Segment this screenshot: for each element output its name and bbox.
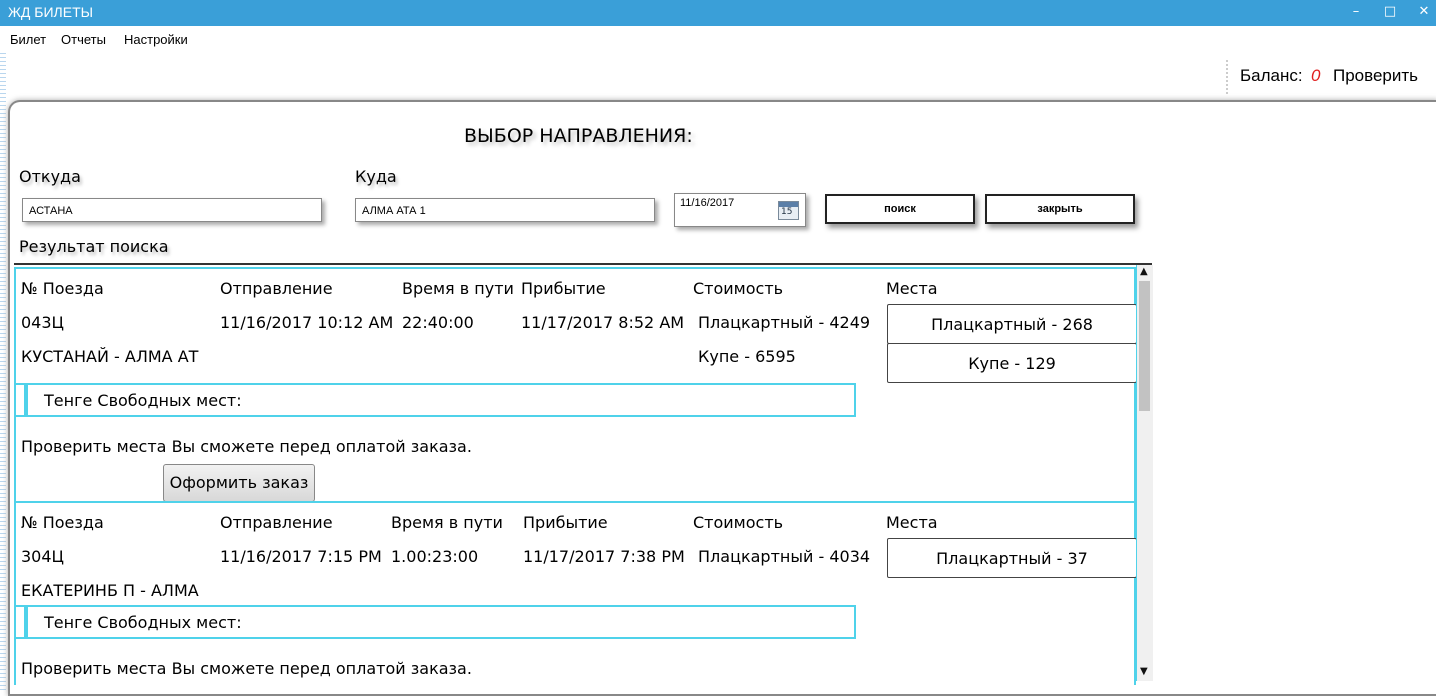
train-card: № Поезда Отправление Время в пути Прибыт…	[14, 267, 1137, 503]
col-departure: Отправление	[220, 279, 333, 298]
arrival-time: 11/17/2017 8:52 AM	[521, 313, 685, 332]
menu-item-ticket[interactable]: Билет	[10, 32, 46, 47]
col-price: Стоимость	[693, 279, 784, 298]
col-seats: Места	[886, 279, 938, 298]
left-edge-strip	[0, 50, 6, 692]
col-train-number: № Поезда	[21, 513, 104, 532]
col-duration: Время в пути	[391, 513, 503, 532]
check-balance-link[interactable]: Проверить	[1333, 66, 1418, 86]
col-arrival: Прибытие	[523, 513, 608, 532]
close-button[interactable]: закрыть	[985, 194, 1135, 224]
payment-note: Проверить места Вы сможете перед оплатой…	[21, 437, 472, 456]
free-seats-text: Тенге Свободных мест:	[44, 391, 242, 410]
price-kupe: Купе - 6595	[698, 347, 796, 366]
order-button[interactable]: Оформить заказ	[163, 464, 315, 502]
window-title: ЖД БИЛЕТЫ	[8, 4, 94, 20]
title-bar: ЖД БИЛЕТЫ – □ ✕	[0, 0, 1436, 26]
to-input[interactable]: АЛМА АТА 1	[355, 198, 655, 222]
results-label: Результат поиска	[19, 237, 169, 256]
minimize-icon[interactable]: –	[1342, 2, 1370, 22]
train-route: КУСТАНАЙ - АЛМА АТ	[21, 347, 199, 366]
page-title: ВЫБОР НАПРАВЛЕНИЯ:	[464, 125, 693, 147]
free-seats-text: Тенге Свободных мест:	[44, 613, 242, 632]
scroll-down-icon[interactable]: ▼	[1140, 667, 1148, 677]
close-icon[interactable]: ✕	[1410, 2, 1436, 22]
train-number: 043Ц	[21, 313, 64, 332]
train-card: № Поезда Отправление Время в пути Прибыт…	[14, 501, 1137, 685]
calendar-icon[interactable]: 15	[778, 201, 799, 220]
search-button[interactable]: поиск	[825, 194, 975, 224]
date-value: 11/16/2017	[680, 197, 735, 209]
results-list[interactable]: № Поезда Отправление Время в пути Прибыт…	[14, 263, 1152, 685]
price-platzkart: Плацкартный - 4034	[698, 547, 871, 566]
travel-duration: 22:40:00	[402, 313, 474, 332]
balance-value: 0	[1311, 66, 1321, 85]
maximize-icon[interactable]: □	[1376, 2, 1404, 22]
free-seats-box: Тенге Свободных мест:	[16, 383, 856, 417]
scroll-up-icon[interactable]: ▲	[1140, 267, 1148, 277]
train-route: ЕКАТЕРИНБ П - АЛМА	[21, 581, 199, 600]
from-label: Откуда	[19, 167, 81, 186]
travel-duration: 1.00:23:00	[391, 547, 479, 566]
departure-time: 11/16/2017 10:12 AM	[220, 313, 394, 332]
arrival-time: 11/17/2017 7:38 PM	[523, 547, 685, 566]
seat-button-kupe[interactable]: Купе - 129	[887, 343, 1137, 383]
train-number: 304Ц	[21, 547, 64, 566]
col-price: Стоимость	[693, 513, 784, 532]
from-input[interactable]: АСТАНА	[22, 198, 322, 222]
col-train-number: № Поезда	[21, 279, 104, 298]
price-platzkart: Плацкартный - 4249	[698, 313, 871, 332]
menu-item-settings[interactable]: Настройки	[124, 32, 188, 47]
col-arrival: Прибытие	[521, 279, 606, 298]
seat-button-platzkart[interactable]: Плацкартный - 268	[887, 304, 1137, 344]
results-scrollbar[interactable]: ▲ ▼	[1136, 265, 1153, 681]
calendar-icon-day: 15	[781, 207, 793, 217]
free-seats-box: Тенге Свободных мест:	[16, 605, 856, 639]
balance-label: Баланс:	[1240, 66, 1303, 85]
menu-item-reports[interactable]: Отчеты	[61, 32, 106, 47]
col-departure: Отправление	[220, 513, 333, 532]
departure-time: 11/16/2017 7:15 PM	[220, 547, 382, 566]
col-duration: Время в пути	[402, 279, 514, 298]
seat-button-platzkart[interactable]: Плацкартный - 37	[887, 538, 1137, 578]
col-seats: Места	[886, 513, 938, 532]
scrollbar-thumb[interactable]	[1139, 281, 1150, 411]
payment-note: Проверить места Вы сможете перед оплатой…	[21, 659, 472, 678]
balance-bar: Баланс: 0 Проверить	[1226, 60, 1436, 94]
to-label: Куда	[355, 167, 397, 186]
